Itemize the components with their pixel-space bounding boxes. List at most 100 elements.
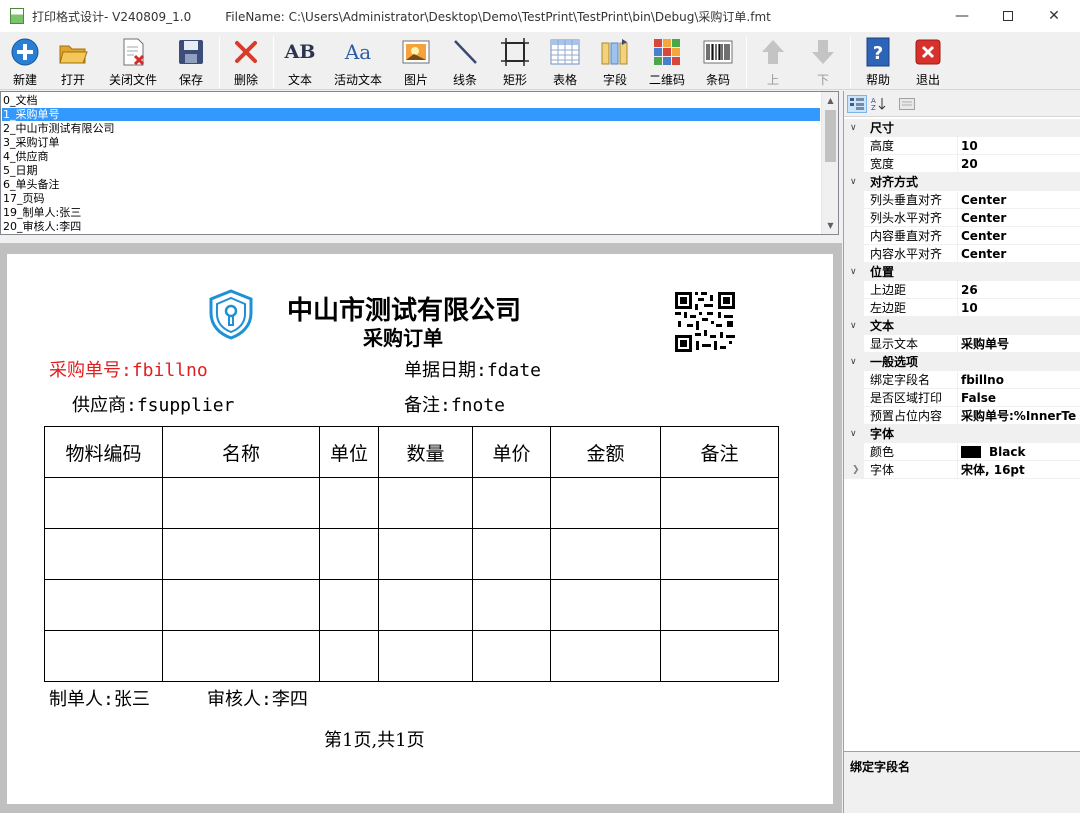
collapse-chevron-icon[interactable]: ∨ <box>850 353 857 371</box>
qrcode-button[interactable]: 二维码 <box>644 32 690 90</box>
list-item[interactable]: 17_页码 <box>3 192 45 205</box>
collapse-chevron-icon[interactable]: ∨ <box>850 263 857 281</box>
table-header-cell: 单价 <box>472 426 551 478</box>
print-paper[interactable]: 中山市测试有限公司 采购订单 采购单号:fbillno 单据日期:fdate 供… <box>7 254 833 804</box>
expand-chevron-icon[interactable]: ❯ <box>852 461 860 479</box>
bill-number-field[interactable]: 采购单号:fbillno <box>49 356 208 382</box>
exit-button[interactable]: 退出 <box>907 32 949 90</box>
detail-table[interactable]: 物料编码 名称 单位 数量 单价 金额 备注 <box>44 426 779 682</box>
line-button[interactable]: 线条 <box>444 32 486 90</box>
table-header-cell: 单位 <box>319 426 379 478</box>
close-file-button[interactable]: 关闭文件 <box>104 32 162 90</box>
supplier-field[interactable]: 供应商:fsupplier <box>72 391 234 417</box>
property-row[interactable]: 绑定字段名 fbillno <box>844 371 1080 389</box>
rectangle-button[interactable]: 矩形 <box>494 32 536 90</box>
property-row[interactable]: 内容垂直对齐 Center <box>844 227 1080 245</box>
open-button[interactable]: 打开 <box>52 32 94 90</box>
property-row[interactable]: 高度 10 <box>844 137 1080 155</box>
list-item-selected[interactable]: 1_采购单号 <box>2 108 820 121</box>
list-item[interactable]: 5_日期 <box>3 164 38 177</box>
list-item[interactable]: 4_供应商 <box>3 150 49 163</box>
list-item[interactable]: 20_审核人:李四 <box>3 220 81 233</box>
list-item[interactable]: 2_中山市测试有限公司 <box>3 122 115 135</box>
property-row[interactable]: 预置占位内容 采购单号:%InnerTe <box>844 407 1080 425</box>
scroll-thumb[interactable] <box>825 110 836 162</box>
property-description: 绑定字段名 <box>843 751 1080 813</box>
list-item[interactable]: 3_采购订单 <box>3 136 60 149</box>
collapse-chevron-icon[interactable]: ∨ <box>850 317 857 335</box>
arrow-down-icon <box>807 36 839 68</box>
page-number-field[interactable]: 第1页,共1页 <box>324 726 425 752</box>
collapse-chevron-icon[interactable]: ∨ <box>850 173 857 191</box>
dynamic-text-button[interactable]: Aa 活动文本 <box>331 32 385 90</box>
barcode-button[interactable]: 条码 <box>697 32 739 90</box>
object-list[interactable]: 0_文档 1_采购单号 2_中山市测试有限公司 3_采购订单 4_供应商 5_日… <box>0 91 839 235</box>
picture-button[interactable]: 图片 <box>395 32 437 90</box>
app-icon <box>10 8 24 24</box>
save-button[interactable]: 保存 <box>170 32 212 90</box>
date-field[interactable]: 单据日期:fdate <box>404 356 541 382</box>
design-canvas[interactable]: 中山市测试有限公司 采购订单 采购单号:fbillno 单据日期:fdate 供… <box>0 243 842 813</box>
property-row[interactable]: 列头水平对齐 Center <box>844 209 1080 227</box>
property-row[interactable]: 左边距 10 <box>844 299 1080 317</box>
property-row[interactable]: 宽度 20 <box>844 155 1080 173</box>
delete-icon <box>230 36 262 68</box>
note-field[interactable]: 备注:fnote <box>404 391 505 417</box>
maker-field[interactable]: 制单人:张三 <box>49 685 150 711</box>
minimize-icon: — <box>955 8 969 24</box>
category-font[interactable]: ∨ 字体 <box>844 425 1080 443</box>
save-icon <box>175 36 207 68</box>
property-grid[interactable]: AZ ∨ 尺寸 高度 10 宽度 20 ∨ 对齐方式 列头垂直对齐 Center 列头水平… <box>843 91 1080 751</box>
new-button[interactable]: 新建 <box>4 32 46 90</box>
maximize-button[interactable] <box>985 0 1031 32</box>
alphabetical-view-button[interactable]: AZ <box>869 95 889 113</box>
property-row[interactable]: 列头垂直对齐 Center <box>844 191 1080 209</box>
auditor-field[interactable]: 审核人:李四 <box>207 685 308 711</box>
window-title: 打印格式设计- V240809_1.0 <box>32 9 192 24</box>
move-down-button[interactable]: 下 <box>802 32 844 90</box>
property-pages-button[interactable] <box>897 95 917 113</box>
field-button[interactable]: 字段 <box>594 32 636 90</box>
shield-keyhole-icon[interactable] <box>207 288 255 340</box>
property-row[interactable]: 上边距 26 <box>844 281 1080 299</box>
new-icon <box>9 36 41 68</box>
property-row[interactable]: 是否区域打印 False <box>844 389 1080 407</box>
text-button[interactable]: AB 文本 <box>279 32 321 90</box>
table-header-cell: 物料编码 <box>44 426 163 478</box>
list-item[interactable]: 6_单头备注 <box>3 178 60 191</box>
doc-title[interactable]: 采购订单 <box>363 322 443 351</box>
delete-button[interactable]: 删除 <box>225 32 267 90</box>
move-up-button[interactable]: 上 <box>752 32 794 90</box>
horizontal-splitter[interactable] <box>0 235 839 243</box>
property-row[interactable]: 显示文本 采购单号 <box>844 335 1080 353</box>
list-item[interactable]: 0_文档 <box>3 94 38 107</box>
close-button[interactable]: ✕ <box>1031 0 1077 32</box>
category-text[interactable]: ∨ 文本 <box>844 317 1080 335</box>
list-item[interactable]: 19_制单人:张三 <box>3 206 81 219</box>
list-scrollbar[interactable]: ▲ ▼ <box>821 92 838 234</box>
table-icon <box>549 36 581 68</box>
category-alignment[interactable]: ∨ 对齐方式 <box>844 173 1080 191</box>
help-button[interactable]: ? 帮助 <box>857 32 899 90</box>
property-row[interactable]: ❯ 字体 宋体, 16pt <box>844 461 1080 479</box>
help-icon: ? <box>862 36 894 68</box>
picture-icon <box>400 36 432 68</box>
category-position[interactable]: ∨ 位置 <box>844 263 1080 281</box>
categorized-view-button[interactable] <box>847 95 867 113</box>
toolbar-separator <box>219 36 220 88</box>
category-general[interactable]: ∨ 一般选项 <box>844 353 1080 371</box>
scroll-up-icon[interactable]: ▲ <box>822 92 838 109</box>
collapse-chevron-icon[interactable]: ∨ <box>850 425 857 443</box>
collapse-chevron-icon[interactable]: ∨ <box>850 119 857 137</box>
scroll-down-icon[interactable]: ▼ <box>822 217 838 234</box>
svg-text:?: ? <box>873 43 883 64</box>
property-row[interactable]: 内容水平对齐 Center <box>844 245 1080 263</box>
categorized-icon <box>850 98 864 110</box>
table-header-cell: 名称 <box>162 426 320 478</box>
qrcode-element[interactable] <box>674 291 736 353</box>
property-row[interactable]: 颜色 Black <box>844 443 1080 461</box>
minimize-button[interactable]: — <box>939 0 985 32</box>
category-size[interactable]: ∨ 尺寸 <box>844 119 1080 137</box>
table-button[interactable]: 表格 <box>544 32 586 90</box>
table-row <box>44 630 779 682</box>
